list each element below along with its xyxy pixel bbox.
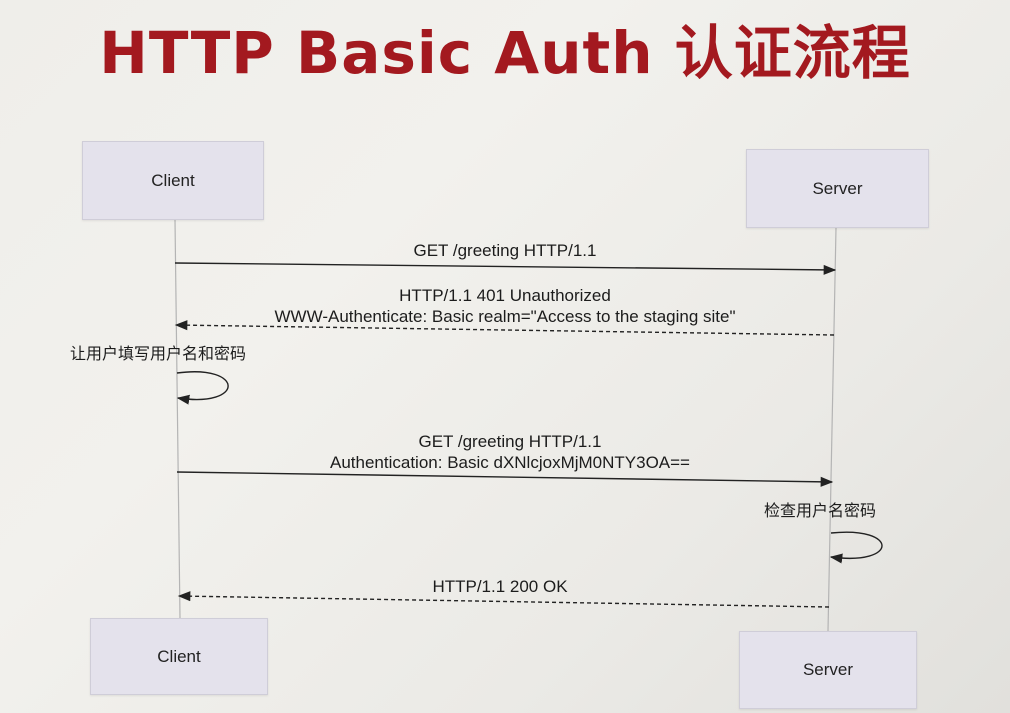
message-line: GET /greeting HTTP/1.1 — [418, 432, 602, 451]
message-arrow-get-greeting — [174, 262, 837, 275]
message-label-get-greeting: GET /greeting HTTP/1.1 — [300, 240, 710, 261]
message-line: HTTP/1.1 401 Unauthorized — [399, 286, 611, 305]
message-label-200-ok: HTTP/1.1 200 OK — [380, 576, 620, 597]
note-line: 检查用户名密码 — [764, 501, 877, 520]
message-line: WWW-Authenticate: Basic realm="Access to… — [274, 307, 736, 326]
participant-server-top: Server — [746, 149, 929, 228]
message-line: HTTP/1.1 200 OK — [432, 577, 568, 596]
message-line: GET /greeting HTTP/1.1 — [413, 241, 597, 260]
participant-client-bottom: Client — [90, 618, 268, 695]
self-loop-client — [176, 371, 229, 405]
message-arrow-get-with-auth — [176, 471, 834, 487]
note-server-check-credentials: 检查用户名密码 — [764, 500, 876, 521]
message-label-401-response: HTTP/1.1 401 Unauthorized WWW-Authentica… — [210, 285, 800, 327]
participant-server-label: Server — [812, 178, 863, 198]
participant-client-label: Client — [157, 646, 201, 666]
participant-server-bottom: Server — [739, 631, 917, 709]
participant-server-label: Server — [802, 660, 854, 679]
client-lifeline — [174, 219, 181, 619]
server-lifeline — [827, 227, 837, 632]
note-client-fill-credentials: 让用户填写用户名和密码 — [70, 343, 246, 364]
message-arrow-200-ok — [177, 591, 830, 608]
participant-client-top: Client — [82, 141, 264, 220]
message-label-get-with-auth: GET /greeting HTTP/1.1 Authentication: B… — [250, 431, 770, 473]
message-line: Authentication: Basic dXNlcjoxMjM0NTY3OA… — [330, 453, 690, 472]
note-line: 让用户填写用户名和密码 — [70, 344, 247, 363]
participant-client-label: Client — [151, 170, 195, 190]
self-loop-server — [829, 531, 883, 564]
